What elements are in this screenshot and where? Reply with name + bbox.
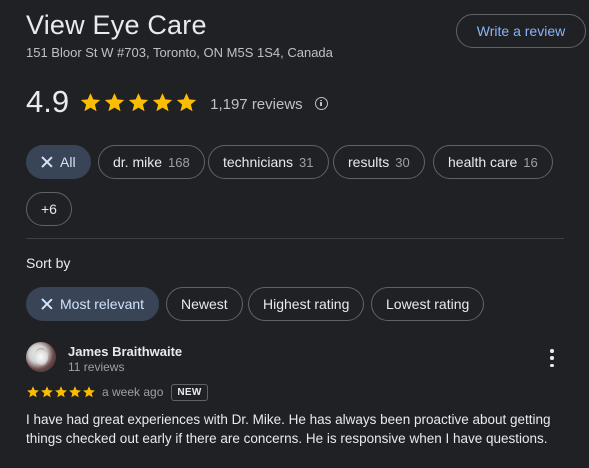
chip-count: 30 xyxy=(395,154,410,170)
review-date: a week ago xyxy=(102,385,164,399)
rating-stars xyxy=(79,91,198,114)
chip-label: Highest rating xyxy=(263,296,350,312)
chip-label: health care xyxy=(448,154,518,170)
star-icon xyxy=(55,386,67,398)
review-count: 1,197 reviews xyxy=(210,95,303,113)
divider xyxy=(26,238,564,239)
star-icon xyxy=(83,386,95,398)
topic-chip-more[interactable]: +6 xyxy=(26,192,72,226)
star-icon xyxy=(80,92,101,111)
chip-label: All xyxy=(60,154,76,170)
close-icon xyxy=(41,298,53,310)
kebab-dot xyxy=(550,363,554,367)
chip-count: 16 xyxy=(523,154,538,170)
avatar-image xyxy=(34,348,48,366)
chip-label: Most relevant xyxy=(60,296,145,312)
avatar[interactable] xyxy=(26,342,56,372)
rating-value: 4.9 xyxy=(26,84,70,119)
reviewer-review-count: 11 reviews xyxy=(68,360,125,374)
reviewer-name[interactable]: James Braithwaite xyxy=(68,344,182,359)
chip-label: results xyxy=(348,154,390,170)
info-icon[interactable] xyxy=(314,96,328,110)
chip-count: 31 xyxy=(299,154,314,170)
more-options-icon[interactable] xyxy=(546,349,558,367)
chip-label: +6 xyxy=(41,201,57,217)
star-icon xyxy=(176,92,197,111)
star-icon xyxy=(41,386,53,398)
sort-label: Sort by xyxy=(26,255,71,271)
sort-chip-lowest-rating[interactable]: Lowest rating xyxy=(371,287,485,321)
topic-chip-health-care[interactable]: health care 16 xyxy=(433,145,553,179)
topic-chip-results[interactable]: results 30 xyxy=(333,145,425,179)
sort-chip-newest[interactable]: Newest xyxy=(166,287,243,321)
topic-chip-all[interactable]: All xyxy=(26,145,91,179)
place-address: 151 Bloor St W #703, Toronto, ON M5S 1S4… xyxy=(26,45,333,60)
review-rating-row: a week ago NEW xyxy=(26,383,208,401)
topic-chip-dr-mike[interactable]: dr. mike 168 xyxy=(98,145,205,179)
review-text: I have had great experiences with Dr. Mi… xyxy=(26,412,551,446)
new-badge: NEW xyxy=(171,383,208,401)
star-icon xyxy=(152,92,173,111)
close-icon xyxy=(41,156,53,168)
star-icon xyxy=(69,386,81,398)
place-title: View Eye Care xyxy=(26,10,207,40)
kebab-dot xyxy=(550,349,554,353)
chip-label: dr. mike xyxy=(113,154,163,170)
chip-count: 168 xyxy=(168,154,190,170)
star-icon xyxy=(128,92,149,111)
kebab-dot xyxy=(550,356,554,360)
star-icon xyxy=(104,92,125,111)
write-review-button[interactable]: Write a review xyxy=(456,14,586,48)
chip-label: technicians xyxy=(223,154,294,170)
sort-chip-most-relevant[interactable]: Most relevant xyxy=(26,287,160,321)
star-icon xyxy=(27,386,39,398)
sort-chip-highest-rating[interactable]: Highest rating xyxy=(248,287,365,321)
topic-chip-technicians[interactable]: technicians 31 xyxy=(208,145,329,179)
review-stars xyxy=(26,385,96,399)
chip-label: Lowest rating xyxy=(386,296,470,312)
chip-label: Newest xyxy=(181,296,228,312)
rating-summary: 4.9 1,197 reviews xyxy=(26,84,328,120)
